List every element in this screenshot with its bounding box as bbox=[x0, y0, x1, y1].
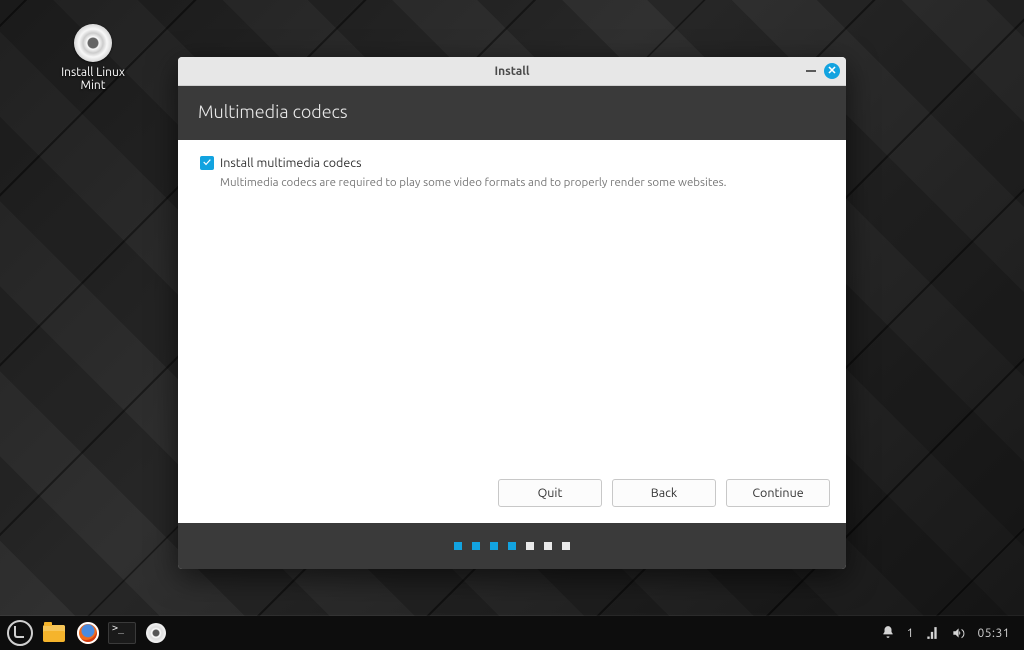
installer-taskbar-item[interactable] bbox=[142, 620, 170, 646]
folder-icon bbox=[43, 625, 65, 642]
disc-icon bbox=[146, 623, 166, 643]
notifications-tray[interactable] bbox=[881, 625, 895, 642]
mint-logo-icon bbox=[7, 620, 33, 646]
installer-progress-bar bbox=[178, 523, 846, 569]
bell-icon bbox=[881, 625, 895, 639]
network-icon bbox=[925, 626, 939, 640]
file-manager-launcher[interactable] bbox=[40, 620, 68, 646]
page-heading-bar: Multimedia codecs bbox=[178, 86, 846, 140]
install-codecs-description: Multimedia codecs are required to play s… bbox=[220, 176, 824, 189]
quit-button[interactable]: Quit bbox=[498, 479, 602, 507]
desktop-icon-label: Install Linux Mint bbox=[48, 66, 138, 92]
installer-content: ✓ Install multimedia codecs Multimedia c… bbox=[178, 140, 846, 469]
window-title: Install bbox=[494, 65, 529, 78]
window-minimize-button[interactable] bbox=[806, 70, 816, 72]
terminal-launcher[interactable]: >_ bbox=[108, 620, 136, 646]
installer-button-row: Quit Back Continue bbox=[178, 469, 846, 523]
taskbar: >_ 1 05:31 bbox=[0, 616, 1024, 650]
disc-icon bbox=[74, 24, 112, 62]
installer-window: Install ✕ Multimedia codecs ✓ Install mu… bbox=[178, 57, 846, 569]
progress-step bbox=[454, 542, 462, 550]
window-close-button[interactable]: ✕ bbox=[824, 63, 840, 79]
network-tray[interactable] bbox=[925, 626, 939, 640]
desktop-icon-install-linux-mint[interactable]: Install Linux Mint bbox=[48, 24, 138, 92]
page-heading: Multimedia codecs bbox=[198, 102, 348, 122]
progress-step bbox=[526, 542, 534, 550]
terminal-icon: >_ bbox=[108, 622, 136, 644]
install-codecs-checkbox[interactable]: ✓ bbox=[200, 156, 214, 170]
firefox-launcher[interactable] bbox=[74, 620, 102, 646]
continue-button[interactable]: Continue bbox=[726, 479, 830, 507]
firefox-icon bbox=[77, 622, 99, 644]
progress-step bbox=[472, 542, 480, 550]
volume-icon bbox=[951, 626, 965, 640]
volume-tray[interactable] bbox=[951, 626, 965, 640]
progress-step bbox=[508, 542, 516, 550]
notification-count: 1 bbox=[907, 627, 914, 640]
progress-step bbox=[490, 542, 498, 550]
desktop-background: Install Linux Mint Install ✕ Multimedia … bbox=[0, 0, 1024, 650]
back-button[interactable]: Back bbox=[612, 479, 716, 507]
window-titlebar[interactable]: Install ✕ bbox=[178, 57, 846, 86]
start-menu-button[interactable] bbox=[6, 620, 34, 646]
install-codecs-label: Install multimedia codecs bbox=[220, 156, 362, 170]
progress-step bbox=[562, 542, 570, 550]
clock[interactable]: 05:31 bbox=[977, 627, 1010, 640]
progress-step bbox=[544, 542, 552, 550]
